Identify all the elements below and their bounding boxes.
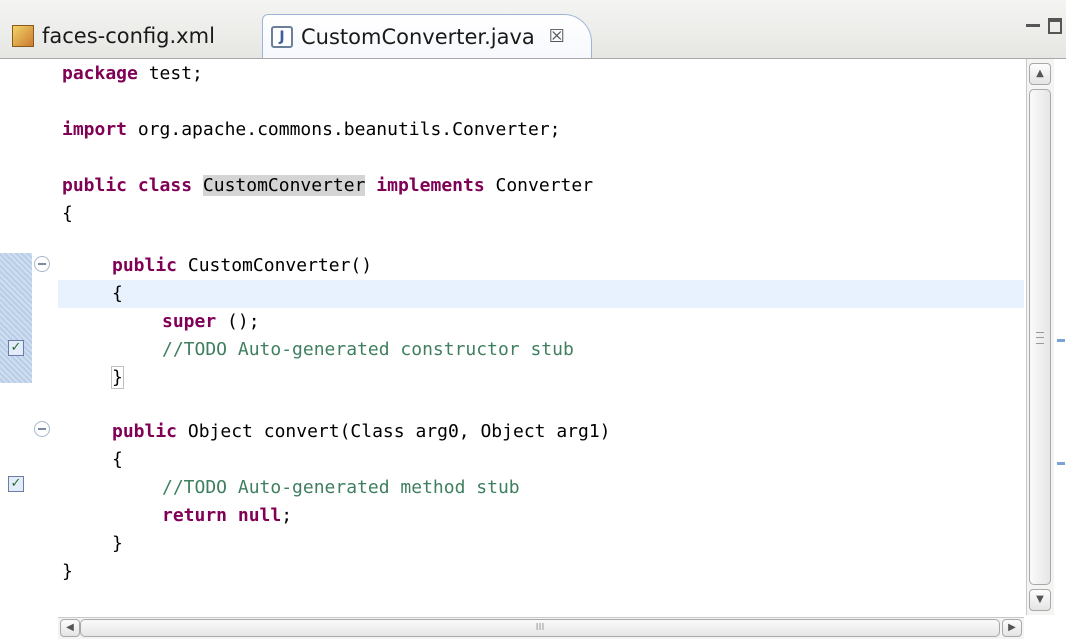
- java-file-icon: J: [271, 25, 293, 48]
- task-icon[interactable]: ✓: [8, 476, 24, 492]
- maximize-icon[interactable]: [1048, 18, 1062, 34]
- code-line: import org.apache.commons.beanutils.Conv…: [62, 119, 561, 140]
- code-line: public class CustomConverter implements …: [62, 175, 594, 196]
- horizontal-scrollbar[interactable]: ◀ III ▶: [58, 617, 1024, 639]
- code-line: //TODO Auto-generated constructor stub: [162, 339, 574, 360]
- code-line: }: [111, 364, 124, 392]
- code-line: public Object convert(Class arg0, Object…: [112, 421, 611, 442]
- code-line: {: [112, 283, 123, 304]
- code-line: //TODO Auto-generated method stub: [162, 477, 520, 498]
- grip-icon: [1036, 332, 1044, 344]
- scroll-down-button[interactable]: ▼: [1029, 589, 1051, 611]
- scroll-up-button[interactable]: ▲: [1029, 63, 1051, 85]
- tab-faces-config-xml[interactable]: faces-config.xml: [0, 14, 255, 58]
- task-icon[interactable]: ✓: [8, 340, 24, 356]
- code-line: package test;: [62, 63, 203, 84]
- code-line: {: [112, 449, 123, 470]
- quick-diff-change-marker: [0, 253, 32, 383]
- tab-label: CustomConverter.java: [301, 24, 535, 49]
- occurrence-highlight: CustomConverter: [202, 175, 366, 196]
- fold-collapse-icon[interactable]: [34, 421, 50, 437]
- code-line: public CustomConverter(): [112, 255, 373, 276]
- code-editor[interactable]: package test; import org.apache.commons.…: [58, 59, 1024, 615]
- current-line-highlight: [58, 280, 1024, 308]
- overview-ruler[interactable]: [1054, 59, 1066, 615]
- overview-annotation-mark[interactable]: [1057, 339, 1065, 342]
- view-controls: [1026, 18, 1062, 38]
- vertical-scrollbar[interactable]: ▲ ▼: [1026, 59, 1054, 615]
- scroll-left-button[interactable]: ◀: [60, 619, 80, 637]
- vertical-scroll-thumb[interactable]: [1029, 89, 1051, 585]
- code-line: super ();: [162, 311, 260, 332]
- scroll-right-button[interactable]: ▶: [1002, 619, 1022, 637]
- code-line: {: [62, 203, 73, 224]
- overview-annotation-mark[interactable]: [1057, 462, 1065, 465]
- tab-label: faces-config.xml: [42, 24, 215, 48]
- editor-tab-bar: faces-config.xml J CustomConverter.java …: [0, 0, 1066, 59]
- code-line: return null;: [162, 505, 293, 526]
- code-line: }: [62, 561, 73, 582]
- matching-bracket: }: [111, 366, 124, 389]
- xml-file-icon: [12, 25, 34, 47]
- tab-custom-converter-java[interactable]: J CustomConverter.java ☒: [262, 14, 592, 58]
- minimize-icon[interactable]: [1026, 24, 1040, 38]
- code-line: }: [112, 533, 123, 554]
- fold-collapse-icon[interactable]: [34, 256, 50, 272]
- horizontal-scroll-thumb[interactable]: III: [80, 619, 1000, 637]
- close-icon[interactable]: ☒: [549, 26, 565, 47]
